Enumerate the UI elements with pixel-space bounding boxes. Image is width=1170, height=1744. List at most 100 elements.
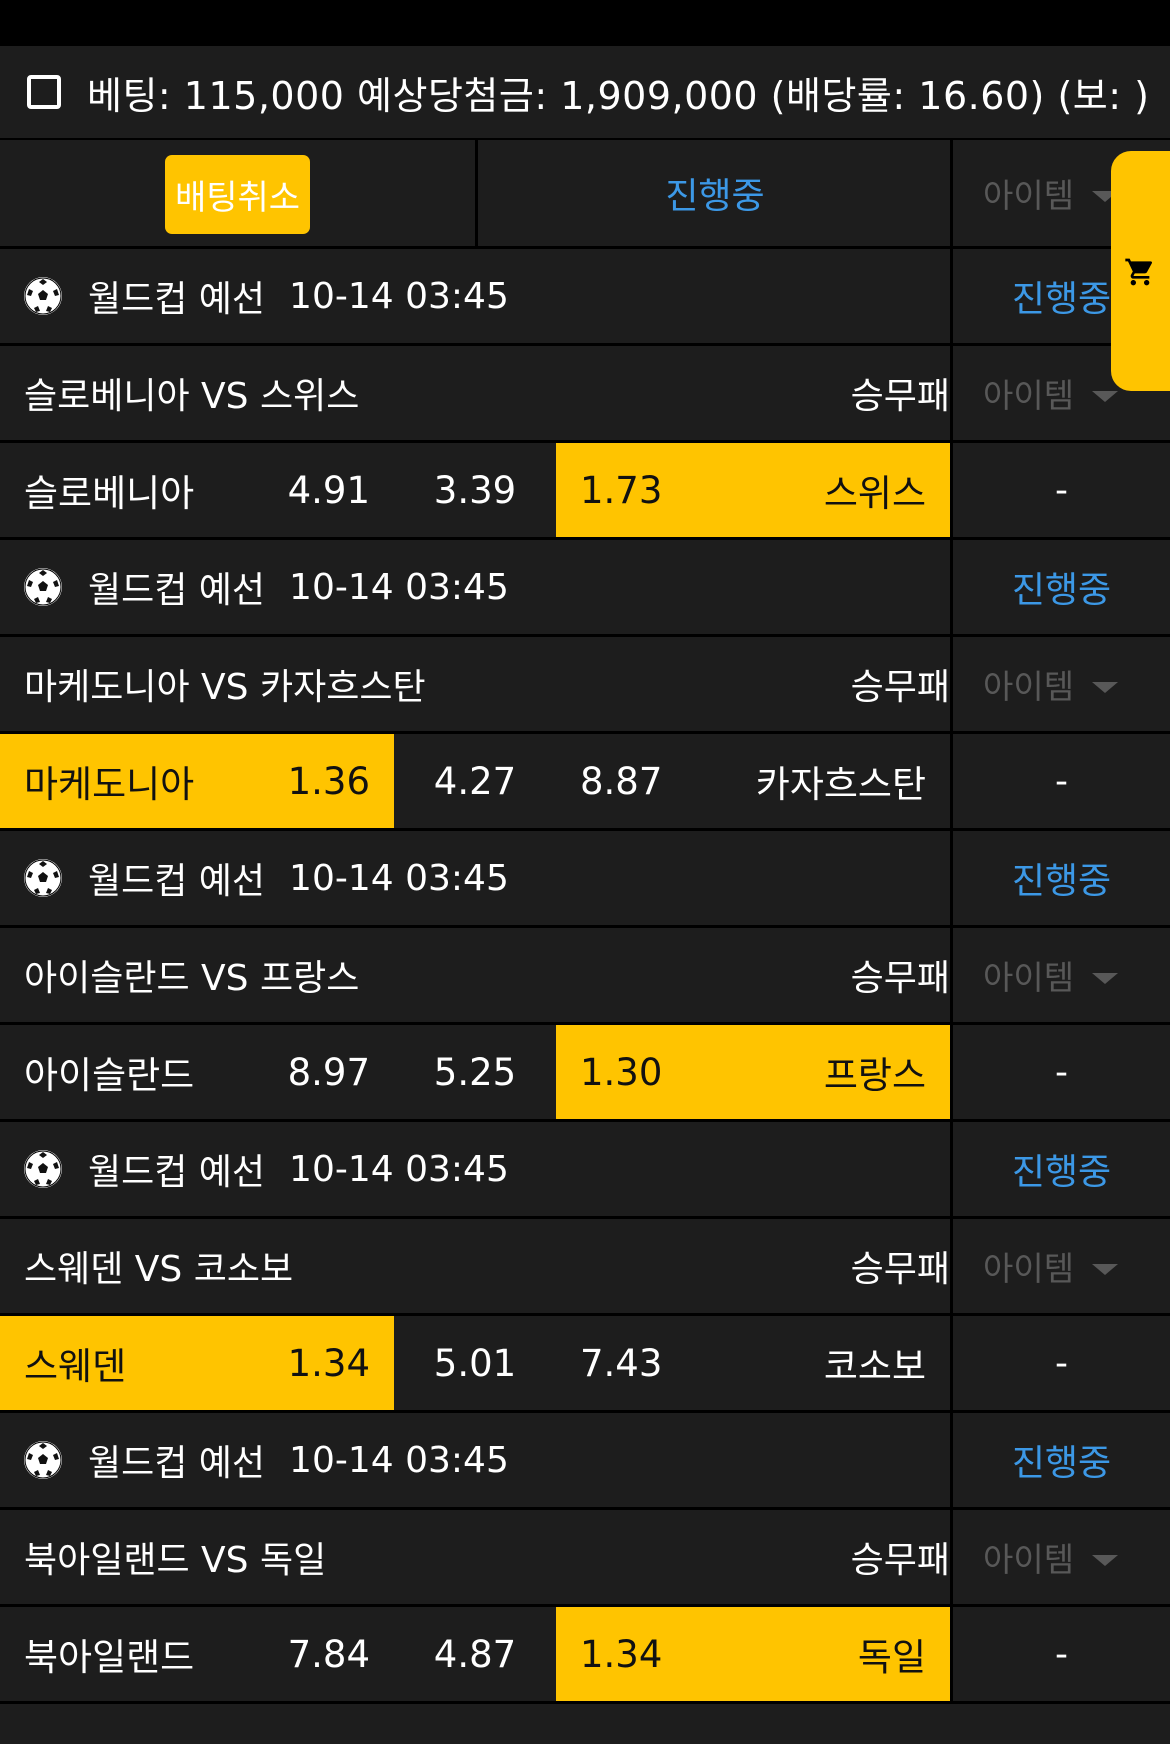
home-odds-button[interactable]: 아이슬란드 8.97 xyxy=(0,1025,394,1119)
item-dropdown[interactable]: 아이템 xyxy=(953,637,1170,731)
match-time: 10-14 03:45 xyxy=(289,566,509,608)
item-dropdown[interactable]: 아이템 xyxy=(953,928,1170,1022)
match-status: 진행중 xyxy=(1011,1443,1112,1484)
away-odds-button[interactable]: 8.87 카자흐스탄 xyxy=(556,734,950,828)
odds-row: 아이슬란드 8.97 5.25 1.30 프랑스 - xyxy=(0,1025,1170,1119)
status-in-progress-tab[interactable]: 진행중 xyxy=(478,140,952,246)
item-dropdown-label: 아이템 xyxy=(983,376,1075,415)
league-row: 월드컵 예선 10-14 03:45 진행중 xyxy=(0,249,1170,343)
market-type: 승무패 xyxy=(850,376,950,417)
item-dropdown-label: 아이템 xyxy=(983,176,1075,215)
bet-cart-tab[interactable] xyxy=(1111,151,1170,391)
market-type: 승무패 xyxy=(850,667,950,708)
caret-down-icon xyxy=(1092,681,1119,693)
league-row: 월드컵 예선 10-14 03:45 진행중 xyxy=(0,1413,1170,1507)
item-dropdown-label: 아이템 xyxy=(983,667,1075,706)
league-and-time: 월드컵 예선 10-14 03:45 xyxy=(88,249,509,343)
draw-odds: 5.01 xyxy=(433,1341,517,1385)
result-value: - xyxy=(1055,1342,1068,1384)
league-row: 월드컵 예선 10-14 03:45 진행중 xyxy=(0,831,1170,925)
result-value: - xyxy=(1055,1051,1068,1093)
caret-down-icon xyxy=(1092,1263,1119,1275)
away-odds-button[interactable]: 1.34 독일 xyxy=(556,1607,950,1701)
match-title: 아이슬란드 VS 프랑스 xyxy=(24,958,360,999)
away-odds-button[interactable]: 7.43 코소보 xyxy=(556,1316,950,1410)
cart-icon xyxy=(1125,258,1153,286)
away-odds: 7.43 xyxy=(580,1341,663,1385)
home-team: 아이슬란드 xyxy=(24,1054,195,1097)
league-and-time: 월드컵 예선 10-14 03:45 xyxy=(88,540,509,634)
match-title-row: 마케도니아 VS 카자흐스탄 승무패 아이템 xyxy=(0,637,1170,731)
away-odds: 1.34 xyxy=(580,1632,663,1676)
match-title: 스웨덴 VS 코소보 xyxy=(24,1249,294,1290)
match-title-row: 아이슬란드 VS 프랑스 승무패 아이템 xyxy=(0,928,1170,1022)
caret-down-icon xyxy=(1092,972,1119,984)
cancel-bet-button[interactable]: 배팅취소 xyxy=(165,155,310,234)
match-title-row: 스웨덴 VS 코소보 승무패 아이템 xyxy=(0,1219,1170,1313)
odds-row: 북아일랜드 7.84 4.87 1.34 독일 - xyxy=(0,1607,1170,1701)
away-odds-button[interactable]: 1.30 프랑스 xyxy=(556,1025,950,1119)
match-time: 10-14 03:45 xyxy=(289,1439,509,1481)
home-team: 스웨덴 xyxy=(24,1345,127,1388)
bet-summary-text: 베팅: 115,000 예상당첨금: 1,909,000 (배당률: 16.60… xyxy=(87,73,1150,118)
item-dropdown[interactable]: 아이템 xyxy=(953,1219,1170,1313)
match-time: 10-14 03:45 xyxy=(289,275,509,317)
match-title: 슬로베니아 VS 스위스 xyxy=(24,376,360,417)
league-and-time: 월드컵 예선 10-14 03:45 xyxy=(88,831,509,925)
away-odds: 1.30 xyxy=(580,1050,663,1094)
home-team: 마케도니아 xyxy=(24,763,195,806)
market-type: 승무패 xyxy=(850,958,950,999)
match-title: 마케도니아 VS 카자흐스탄 xyxy=(24,667,426,708)
soccer-ball-icon xyxy=(24,568,62,606)
away-team: 카자흐스탄 xyxy=(755,763,926,806)
result-value: - xyxy=(1055,760,1068,802)
draw-odds: 4.87 xyxy=(433,1632,517,1676)
home-odds-button[interactable]: 북아일랜드 7.84 xyxy=(0,1607,394,1701)
home-odds: 7.84 xyxy=(287,1632,370,1676)
league-and-time: 월드컵 예선 10-14 03:45 xyxy=(88,1413,509,1507)
result-value: - xyxy=(1055,1633,1068,1675)
list-continuation xyxy=(0,1704,1170,1744)
soccer-ball-icon xyxy=(24,859,62,897)
match-title-row: 슬로베니아 VS 스위스 승무패 아이템 xyxy=(0,346,1170,440)
item-dropdown[interactable]: 아이템 xyxy=(953,1510,1170,1604)
draw-odds-button[interactable]: 4.87 xyxy=(394,1607,556,1701)
match-title: 북아일랜드 VS 독일 xyxy=(24,1540,327,1581)
item-dropdown-label: 아이템 xyxy=(983,1249,1075,1288)
league-row: 월드컵 예선 10-14 03:45 진행중 xyxy=(0,1122,1170,1216)
match-status: 진행중 xyxy=(1011,570,1112,611)
match-time: 10-14 03:45 xyxy=(289,1148,509,1190)
draw-odds: 3.39 xyxy=(433,468,517,512)
league-and-time: 월드컵 예선 10-14 03:45 xyxy=(88,1122,509,1216)
item-dropdown-label: 아이템 xyxy=(983,1540,1075,1579)
away-team: 프랑스 xyxy=(823,1054,926,1097)
draw-odds-button[interactable]: 4.27 xyxy=(394,734,556,828)
select-all-checkbox[interactable] xyxy=(27,75,61,109)
bet-summary-bar: 베팅: 115,000 예상당첨금: 1,909,000 (배당률: 16.60… xyxy=(0,46,1170,140)
draw-odds-button[interactable]: 5.01 xyxy=(394,1316,556,1410)
draw-odds-button[interactable]: 5.25 xyxy=(394,1025,556,1119)
match-status: 진행중 xyxy=(1011,1152,1112,1193)
home-odds: 1.34 xyxy=(287,1341,370,1385)
home-team: 슬로베니아 xyxy=(24,472,195,515)
draw-odds-button[interactable]: 3.39 xyxy=(394,443,556,537)
soccer-ball-icon xyxy=(24,1150,62,1188)
soccer-ball-icon xyxy=(24,1441,62,1479)
odds-row: 마케도니아 1.36 4.27 8.87 카자흐스탄 - xyxy=(0,734,1170,828)
home-odds-button[interactable]: 스웨덴 1.34 xyxy=(0,1316,394,1410)
home-odds-button[interactable]: 마케도니아 1.36 xyxy=(0,734,394,828)
league-name: 월드컵 예선 xyxy=(88,1152,266,1193)
away-team: 독일 xyxy=(857,1636,926,1679)
result-value: - xyxy=(1055,469,1068,511)
home-team: 북아일랜드 xyxy=(24,1636,195,1679)
market-type: 승무패 xyxy=(850,1540,950,1581)
draw-odds: 4.27 xyxy=(433,759,517,803)
home-odds-button[interactable]: 슬로베니아 4.91 xyxy=(0,443,394,537)
item-dropdown-label: 아이템 xyxy=(983,958,1075,997)
home-odds: 1.36 xyxy=(287,759,370,803)
away-odds-button[interactable]: 1.73 스위스 xyxy=(556,443,950,537)
caret-down-icon xyxy=(1092,390,1119,402)
home-odds: 4.91 xyxy=(287,468,370,512)
away-odds: 1.73 xyxy=(580,468,663,512)
odds-row: 스웨덴 1.34 5.01 7.43 코소보 - xyxy=(0,1316,1170,1410)
